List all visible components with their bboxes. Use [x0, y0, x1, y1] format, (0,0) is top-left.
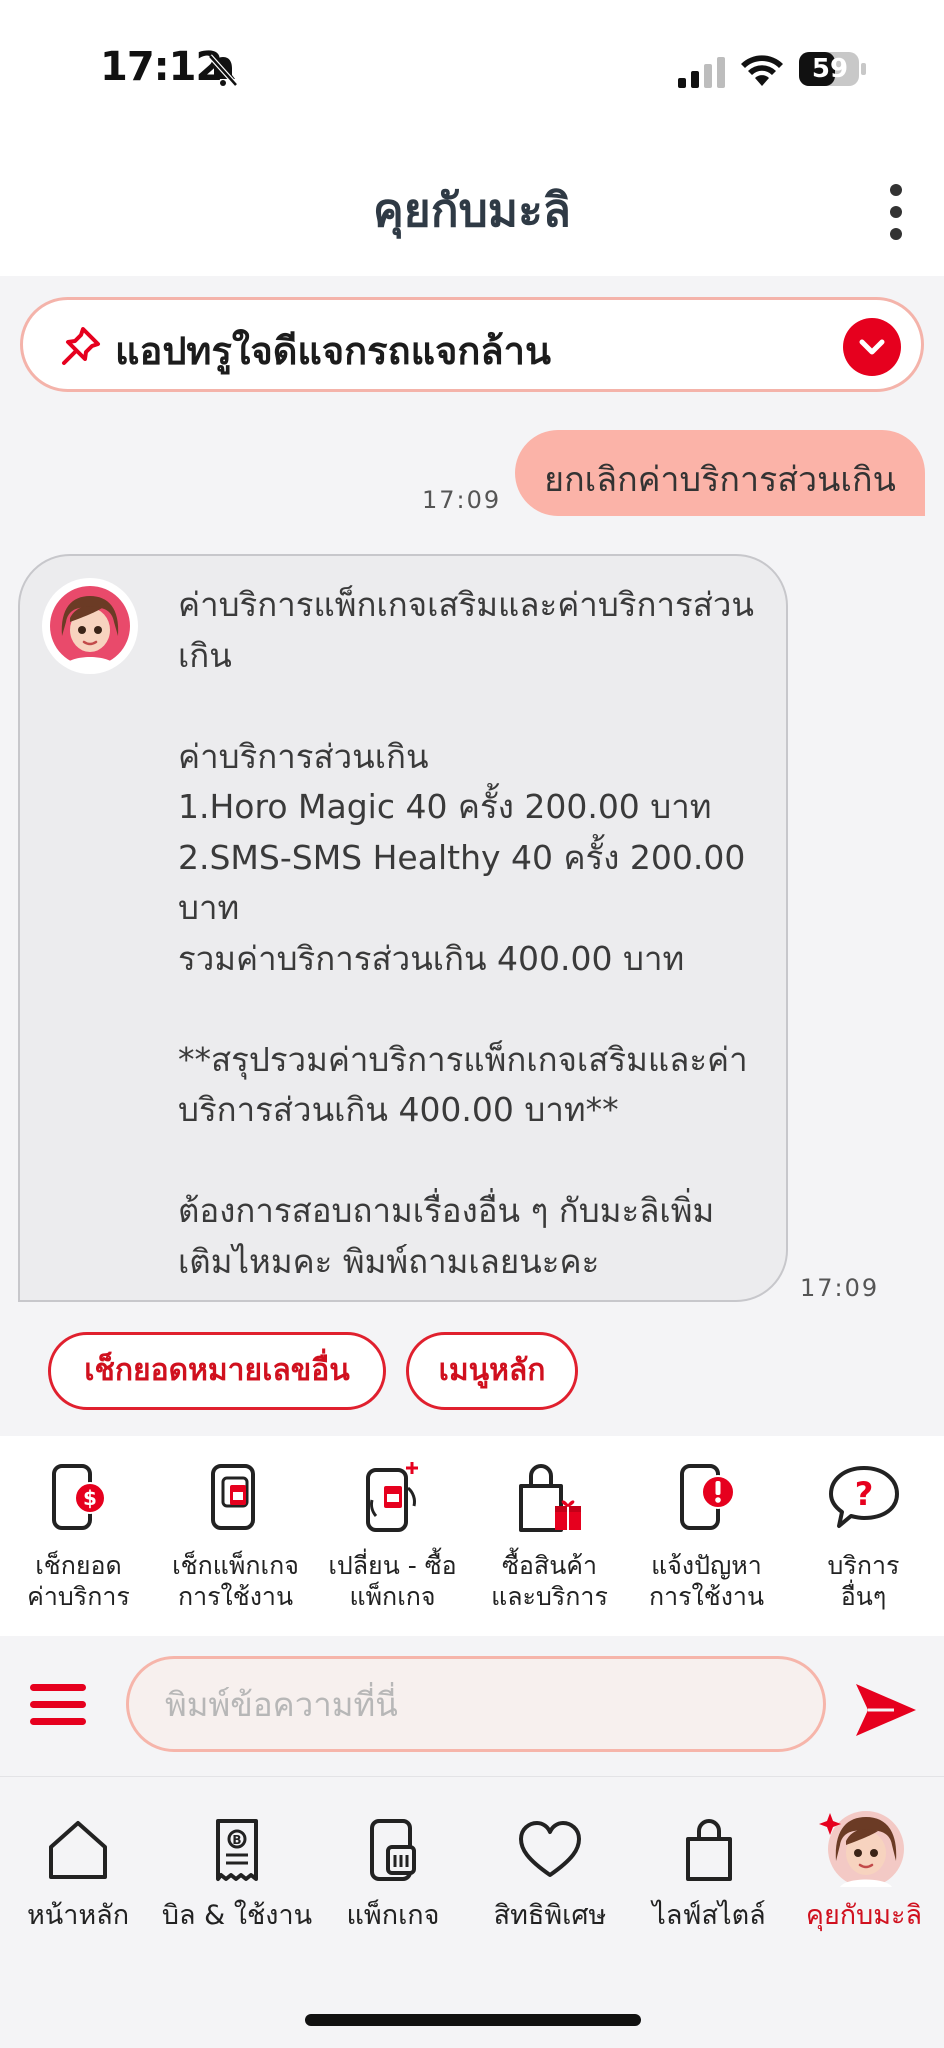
bot-avatar: [42, 578, 138, 674]
bot-message-line: 1.Horo Magic 40 ครั้ง 200.00 บาท: [178, 787, 712, 826]
chat-header: คุยกับมะลิ: [0, 140, 944, 276]
service-other[interactable]: ? บริการ อื่นๆ: [785, 1436, 942, 1636]
pinned-announcement[interactable]: แอปทรูใจดีแจกรถแจกล้าน: [20, 297, 924, 392]
bot-message-line: บริการส่วนเกิน 400.00 บาท**: [178, 1090, 619, 1129]
bot-message-line: [178, 681, 758, 732]
wifi-icon: [741, 55, 783, 86]
bot-message-line: รวมค่าบริการส่วนเกิน 400.00 บาท: [178, 938, 685, 978]
nav-label: บิล & ใช้งาน: [161, 1900, 313, 1931]
hamburger-menu-icon[interactable]: [28, 1680, 88, 1730]
nav-privileges[interactable]: สิทธิพิเศษ: [478, 1777, 622, 1947]
package-icon: [370, 1819, 416, 1881]
nav-label: สิทธิพิเศษ: [493, 1900, 607, 1931]
svg-text:B: B: [232, 1833, 241, 1847]
more-options-icon[interactable]: [890, 184, 904, 240]
question-bubble-icon: ?: [829, 1466, 899, 1528]
page-title: คุยกับมะลิ: [373, 183, 571, 237]
bot-message-line: [178, 984, 758, 1035]
bot-message-line: [178, 1136, 758, 1187]
service-label: ซื้อสินค้า และบริการ: [491, 1551, 608, 1611]
service-check-balance[interactable]: $ เช็กยอด ค่าบริการ: [0, 1436, 157, 1636]
bot-message-line: ค่าบริการส่วนเกิน: [178, 736, 429, 776]
bottom-navigation: หน้าหลัก B บิล & ใช้งาน แพ็กเกจ สิทธิพิเ…: [0, 1776, 944, 2048]
service-buy-products[interactable]: ซื้อสินค้า และบริการ: [471, 1436, 628, 1636]
svg-text:$: $: [83, 1486, 97, 1510]
home-icon: [49, 1821, 107, 1879]
user-message-bubble: ยกเลิกค่าบริการส่วนเกิน: [515, 430, 925, 516]
shopping-bag-gift-icon: [519, 1464, 581, 1532]
chevron-down-icon: [859, 339, 885, 355]
bot-message-line: บาท: [178, 888, 240, 927]
bot-message-line: เกิน: [178, 635, 232, 675]
user-message-text: ยกเลิกค่าบริการส่วนเกิน: [544, 460, 896, 500]
nav-home[interactable]: หน้าหลัก: [18, 1777, 138, 1947]
send-icon[interactable]: [854, 1680, 918, 1740]
expand-button[interactable]: [843, 318, 901, 376]
status-time: 17:12: [100, 44, 223, 90]
home-indicator: [305, 2014, 641, 2026]
phone-bill-icon: $: [52, 1464, 106, 1530]
bot-message-text: ค่าบริการแพ็กเกจเสริมและค่าบริการส่วน เก…: [178, 580, 758, 1287]
user-message-time: 17:09: [422, 486, 502, 514]
nav-chat-mali[interactable]: คุยกับมะลิ: [796, 1777, 932, 1947]
bot-message-line: ต้องการสอบถามเรื่องอื่น ๆ กับมะลิเพิ่ม: [178, 1191, 715, 1230]
service-change-package[interactable]: เปลี่ยน - ซื้อ แพ็กเกจ: [314, 1436, 471, 1636]
announcement-text: แอปทรูใจดีแจกรถแจกล้าน: [115, 329, 551, 373]
service-check-package[interactable]: เช็กแพ็กเกจ การใช้งาน: [157, 1436, 314, 1636]
message-input[interactable]: [126, 1656, 826, 1752]
phone-swap-icon: [366, 1462, 418, 1532]
service-label: บริการ อื่นๆ: [827, 1551, 900, 1611]
phone-package-icon: [211, 1464, 255, 1530]
phone-alert-icon: [680, 1464, 735, 1530]
service-label: เปลี่ยน - ซื้อ แพ็กเกจ: [328, 1551, 457, 1611]
quick-reply-main-menu[interactable]: เมนูหลัก: [406, 1332, 578, 1410]
quick-reply-check-other-number[interactable]: เช็กยอดหมายเลขอื่น: [48, 1332, 386, 1410]
nav-label: คุยกับมะลิ: [805, 1900, 923, 1931]
svg-text:?: ?: [855, 1475, 874, 1513]
service-report-problem[interactable]: แจ้งปัญหา การใช้งาน: [628, 1436, 785, 1636]
service-menu: $ เช็กยอด ค่าบริการ เช็กแพ็กเกจ การใช้งาน …: [0, 1436, 944, 1636]
message-composer: [0, 1636, 944, 1776]
heart-icon: [519, 1821, 581, 1877]
signal-icon: [678, 57, 725, 88]
bot-message-bubble: ค่าบริการแพ็กเกจเสริมและค่าบริการส่วน เก…: [18, 554, 788, 1302]
mali-avatar-icon: [819, 1811, 904, 1887]
nav-label: ไลฟ์สไตล์: [652, 1900, 766, 1931]
bot-message-line: เติมไหมคะ พิมพ์ถามเลยนะคะ: [178, 1241, 600, 1281]
nav-lifestyle[interactable]: ไลฟ์สไตล์: [644, 1777, 774, 1947]
service-label: แจ้งปัญหา การใช้งาน: [648, 1551, 765, 1611]
mali-avatar-icon: [50, 586, 130, 666]
bag-icon: [686, 1819, 732, 1881]
nav-bill-usage[interactable]: B บิล & ใช้งาน: [158, 1777, 316, 1947]
bill-icon: B: [216, 1819, 258, 1881]
pin-icon: [62, 327, 100, 365]
nav-label: แพ็กเกจ: [346, 1900, 440, 1931]
battery-level: 59: [811, 54, 849, 84]
service-label: เช็กยอด ค่าบริการ: [27, 1551, 130, 1611]
bot-message-line: **สรุปรวมค่าบริการแพ็กเกจเสริมและค่า: [178, 1039, 748, 1079]
bell-muted-icon: [208, 54, 238, 87]
nav-package[interactable]: แพ็กเกจ: [330, 1777, 456, 1947]
service-label: เช็กแพ็กเกจ การใช้งาน: [172, 1551, 299, 1611]
bot-message-time: 17:09: [800, 1274, 880, 1302]
status-bar: 17:12 59: [0, 0, 944, 140]
bot-message-line: ค่าบริการแพ็กเกจเสริมและค่าบริการส่วน: [178, 585, 754, 624]
bot-message-line: 2.SMS-SMS Healthy 40 ครั้ง 200.00: [178, 837, 746, 877]
nav-label: หน้าหลัก: [26, 1900, 130, 1931]
